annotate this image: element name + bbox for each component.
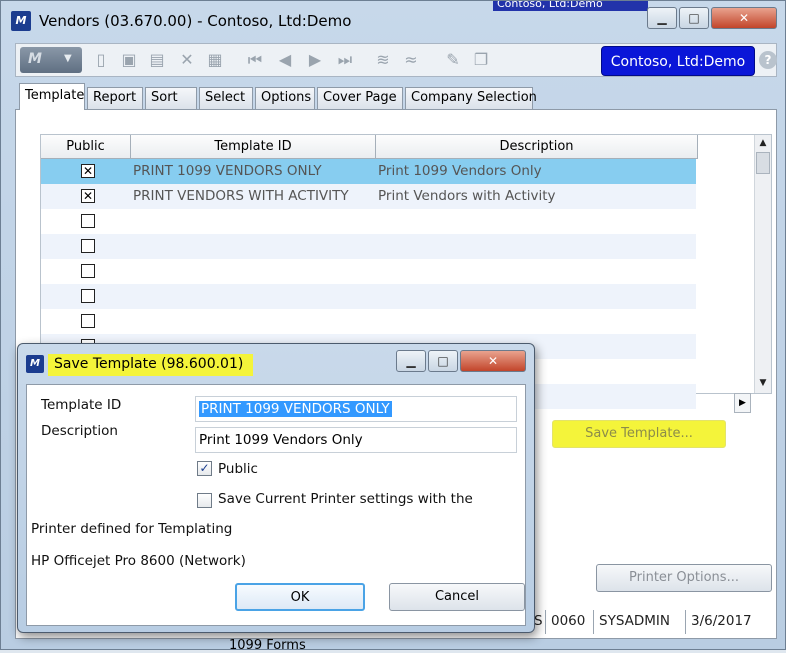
finish-icon[interactable]: ▤ [148,51,166,69]
template-id-cell[interactable]: PRINT VENDORS WITH ACTIVITY [133,188,349,204]
column-header-public[interactable]: Public [41,135,131,159]
status-cell-user: SYSADMIN [593,610,685,634]
save-template-button[interactable]: Save Template... [552,420,726,448]
chevron-down-icon: ▼ [64,53,72,64]
minimize-button[interactable]: ▁ [647,7,677,29]
public-checkbox[interactable]: ✓ [197,461,212,476]
scroll-right-icon[interactable]: ▶ [734,393,751,413]
maximize-button[interactable]: □ [679,7,709,29]
save-template-dialog: M Save Template (98.600.01) ▁ □ ✕ Templa… [17,343,535,633]
status-cell-company: 0060 [545,610,593,634]
previous-record-icon[interactable]: ◀ [276,51,294,69]
template-id-label: Template ID [41,397,122,413]
template-id-input[interactable]: PRINT 1099 VENDORS ONLY [195,396,517,422]
template-id-value: PRINT 1099 VENDORS ONLY [199,401,392,417]
table-row[interactable] [41,209,696,234]
save-printer-settings-label: Save Current Printer settings with the [218,491,473,507]
window-titlebar: M Vendors (03.670.00) - Contoso, Ltd:Dem… [1,1,786,39]
public-cell-checkbox[interactable] [81,214,95,228]
table-row[interactable] [41,309,696,334]
tab-report[interactable]: Report [87,87,143,109]
save-icon[interactable]: ▣ [120,51,138,69]
public-cell-checkbox[interactable] [81,239,95,253]
dialog-title: Save Template (98.600.01) [54,356,244,372]
description-cell[interactable]: Print Vendors with Activity [378,188,556,204]
tab-options[interactable]: Options [255,87,315,109]
dialog-minimize-button[interactable]: ▁ [396,350,426,372]
table-row[interactable]: ✕ PRINT VENDORS WITH ACTIVITY Print Vendor… [41,184,696,209]
table-row[interactable] [41,259,696,284]
app-logo-icon: M [11,11,31,31]
printer-options-button[interactable]: Printer Options... [596,564,772,592]
last-record-icon[interactable]: ⏭ [336,51,354,69]
scroll-up-icon[interactable]: ▲ [755,135,771,151]
cancel-icon[interactable]: ▦ [206,51,224,69]
description-cell[interactable]: Print 1099 Vendors Only [378,163,542,179]
scrollbar-thumb[interactable] [756,152,770,174]
query-results-icon[interactable]: ≈ [402,51,420,69]
cancel-button[interactable]: Cancel [389,583,525,611]
dialog-body: Template ID PRINT 1099 VENDORS ONLY Desc… [26,384,526,626]
toolbar: M ▼ ▯ ▣ ▤ ✕ ▦ ⏮ ◀ ▶ ⏭ ≋ ≈ ✎ ❐ Contoso, L… [15,43,777,77]
first-record-icon[interactable]: ⏮ [246,51,264,69]
next-record-icon[interactable]: ▶ [306,51,324,69]
dialog-close-button[interactable]: ✕ [460,350,526,372]
app-menu-button[interactable]: M ▼ [20,47,82,73]
window-title: Vendors (03.670.00) - Contoso, Ltd:Demo [39,12,352,30]
description-label: Description [41,423,118,439]
tab-select[interactable]: Select [199,87,253,109]
table-row[interactable] [41,284,696,309]
public-cell-checkbox[interactable]: ✕ [81,164,95,178]
table-row[interactable] [41,234,696,259]
printer-name: HP Officejet Pro 8600 (Network) [31,553,246,569]
template-id-cell[interactable]: PRINT 1099 VENDORS ONLY [133,163,322,179]
dialog-maximize-button[interactable]: □ [428,350,458,372]
notes-icon[interactable]: ✎ [444,51,462,69]
table-row[interactable]: ✕ PRINT 1099 VENDORS ONLY Print 1099 Vendo… [41,159,696,184]
public-cell-checkbox[interactable] [81,289,95,303]
public-cell-checkbox[interactable]: ✕ [81,189,95,203]
ok-button[interactable]: OK [235,583,365,611]
column-header-description[interactable]: Description [376,135,698,159]
status-cell-date: 3/6/2017 [685,610,765,634]
tab-cover-page[interactable]: Cover Page [317,87,403,109]
scroll-down-icon[interactable]: ▼ [755,375,771,391]
tab-company-selection[interactable]: Company Selection [405,87,537,109]
dialog-app-icon: M [26,355,44,373]
delete-icon[interactable]: ✕ [178,51,196,69]
column-header-template-id[interactable]: Template ID [131,135,376,159]
printer-defined-label: Printer defined for Templating [31,521,233,537]
public-cell-checkbox[interactable] [81,314,95,328]
tab-template[interactable]: Template [19,83,85,110]
public-label: Public [218,461,258,477]
description-input[interactable]: Print 1099 Vendors Only [195,427,517,453]
app-menu-logo-icon: M [28,51,42,67]
company-badge[interactable]: Contoso, Ltd:Demo [601,46,755,76]
help-icon[interactable]: ? [759,51,777,69]
quick-query-icon[interactable]: ≋ [374,51,392,69]
save-printer-settings-checkbox[interactable] [197,493,212,508]
tab-sort[interactable]: Sort [145,87,197,109]
public-cell-checkbox[interactable] [81,264,95,278]
copy-icon[interactable]: ❐ [472,51,490,69]
vertical-scrollbar[interactable]: ▲ ▼ [754,135,771,393]
close-button[interactable]: ✕ [711,7,777,29]
new-icon[interactable]: ▯ [92,51,110,69]
background-text: 1099 Forms [229,638,306,653]
